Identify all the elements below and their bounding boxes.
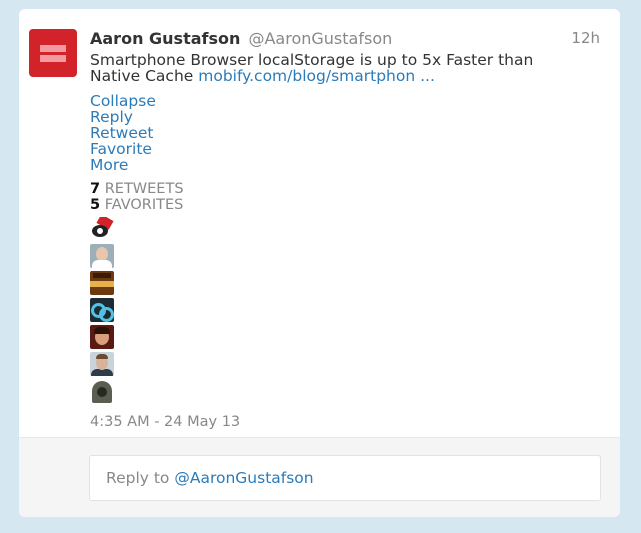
equality-logo-bar-top (40, 45, 66, 52)
favorite-action[interactable]: Favorite (90, 141, 156, 157)
tweet-text: Smartphone Browser localStorage is up to… (90, 52, 590, 84)
favoriters-list (90, 217, 114, 406)
reply-prefix: Reply to (106, 469, 175, 487)
favoriter-avatar[interactable] (90, 298, 114, 322)
more-action[interactable]: More (90, 157, 156, 173)
retweet-action[interactable]: Retweet (90, 125, 156, 141)
author-fullname[interactable]: Aaron Gustafson (90, 29, 240, 48)
tweet-link[interactable]: mobify.com/blog/smartphon ... (198, 67, 435, 85)
favoriter-avatar[interactable] (90, 217, 114, 241)
favorites-label: FAVORITES (104, 197, 184, 213)
retweets-count: 7 (90, 181, 101, 197)
favoriter-avatar[interactable] (90, 325, 114, 349)
tweet-timestamp[interactable]: 4:35 AM - 24 May 13 (90, 414, 240, 430)
reply-action[interactable]: Reply (90, 109, 156, 125)
author-avatar[interactable] (29, 29, 77, 77)
retweets-stat[interactable]: 7 RETWEETS (90, 181, 184, 197)
retweets-label: RETWEETS (104, 181, 184, 197)
favorites-count: 5 (90, 197, 101, 213)
reply-area: Reply to @AaronGustafson (19, 437, 620, 517)
tweet-stats: 7 RETWEETS 5 FAVORITES (90, 181, 184, 213)
tweet-time[interactable]: 12h (571, 29, 600, 47)
favoriter-avatar[interactable] (90, 244, 114, 268)
equality-logo-bar-bottom (40, 55, 66, 62)
tweet-header: Aaron Gustafson @AaronGustafson 12h (90, 29, 600, 49)
tweet-actions: Collapse Reply Retweet Favorite More (90, 93, 156, 173)
favorites-stat[interactable]: 5 FAVORITES (90, 197, 184, 213)
tweet-card: Aaron Gustafson @AaronGustafson 12h Smar… (19, 9, 620, 517)
collapse-action[interactable]: Collapse (90, 93, 156, 109)
reply-mention: @AaronGustafson (174, 469, 314, 487)
favoriter-avatar[interactable] (90, 379, 114, 403)
tweet-text-line2: Native Cache (90, 67, 199, 85)
favoriter-avatar[interactable] (90, 352, 114, 376)
reply-input[interactable]: Reply to @AaronGustafson (89, 455, 601, 501)
author-username[interactable]: @AaronGustafson (248, 29, 392, 48)
favoriter-avatar[interactable] (90, 271, 114, 295)
